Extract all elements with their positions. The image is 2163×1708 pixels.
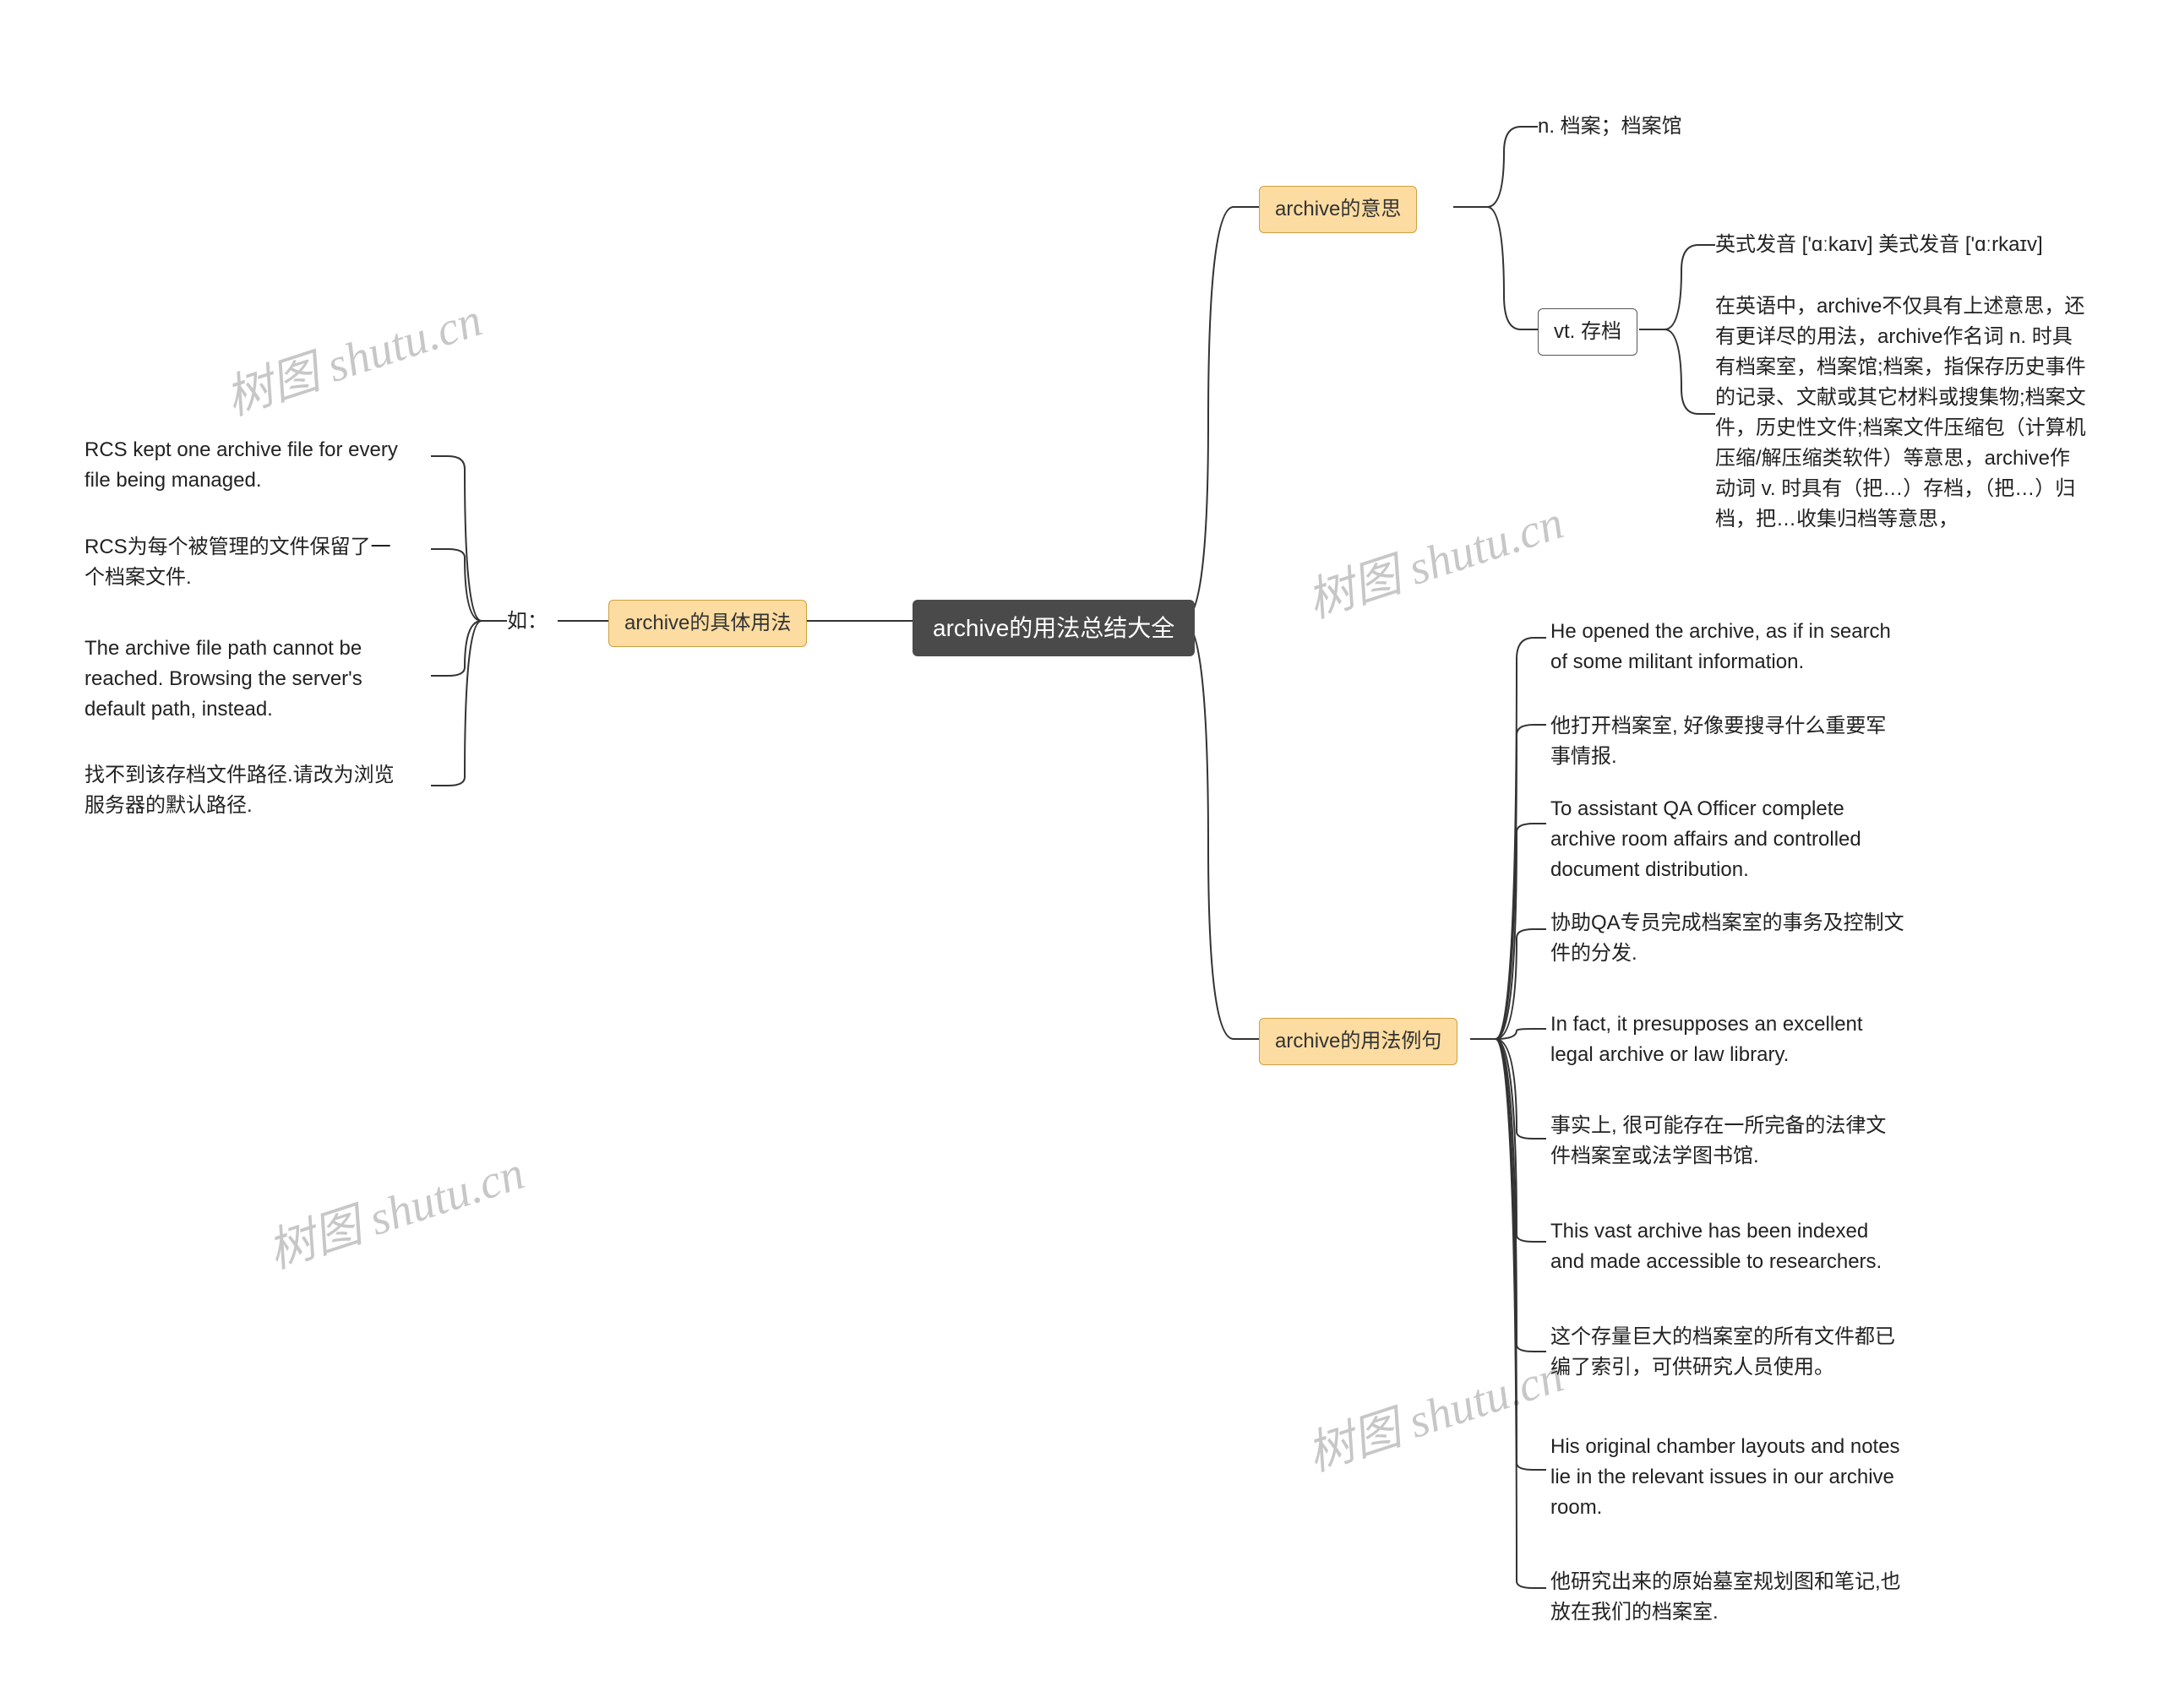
sentence-0: He opened the archive, as if in search o… xyxy=(1550,617,1905,677)
sentence-1: 他打开档案室, 好像要搜寻什么重要军事情报. xyxy=(1550,711,1905,772)
usage-intro: 如： xyxy=(507,607,548,637)
sentence-6: This vast archive has been indexed and m… xyxy=(1550,1216,1905,1277)
verb-label: vt. 存档 xyxy=(1554,320,1621,343)
usage-label: archive的具体用法 xyxy=(624,612,791,634)
verb-subnode[interactable]: vt. 存档 xyxy=(1538,308,1637,356)
usage-ex-0: RCS kept one archive file for every file… xyxy=(84,435,406,496)
watermark: 树图 shutu.cn xyxy=(215,281,489,428)
usage-branch[interactable]: archive的具体用法 xyxy=(608,600,807,647)
watermark: 树图 shutu.cn xyxy=(1297,484,1571,631)
verb-pron: 英式发音 ['ɑːkaɪv] 美式发音 ['ɑːrkaɪv] xyxy=(1715,230,2043,260)
mindmap-canvas: archive的用法总结大全 archive的意思 n. 档案；档案馆 vt. … xyxy=(0,0,2163,1708)
sentence-9: 他研究出来的原始墓室规划图和笔记,也放在我们的档案室. xyxy=(1550,1567,1905,1628)
root-label: archive的用法总结大全 xyxy=(933,615,1174,641)
watermark: 树图 shutu.cn xyxy=(1297,1337,1571,1484)
usage-ex-2: The archive file path cannot be reached.… xyxy=(84,634,406,725)
sentence-5: 事实上, 很可能存在一所完备的法律文件档案室或法学图书馆. xyxy=(1550,1111,1905,1172)
sentence-4: In fact, it presupposes an excellent leg… xyxy=(1550,1009,1905,1070)
watermark: 树图 shutu.cn xyxy=(258,1134,531,1281)
sentences-label: archive的用法例句 xyxy=(1275,1030,1441,1053)
usage-ex-3: 找不到该存档文件路径.请改为浏览服务器的默认路径. xyxy=(84,760,406,821)
meaning-label: archive的意思 xyxy=(1275,198,1401,220)
meaning-noun: n. 档案；档案馆 xyxy=(1538,112,1682,142)
sentence-7: 这个存量巨大的档案室的所有文件都已编了索引，可供研究人员使用。 xyxy=(1550,1322,1905,1383)
sentence-8: His original chamber layouts and notes l… xyxy=(1550,1432,1905,1523)
meaning-branch[interactable]: archive的意思 xyxy=(1259,186,1417,233)
sentences-branch[interactable]: archive的用法例句 xyxy=(1259,1018,1457,1065)
root-node[interactable]: archive的用法总结大全 xyxy=(913,600,1195,656)
usage-ex-1: RCS为每个被管理的文件保留了一个档案文件. xyxy=(84,532,406,593)
sentence-3: 协助QA专员完成档案室的事务及控制文件的分发. xyxy=(1550,908,1905,969)
verb-explain: 在英语中，archive不仅具有上述意思，还有更详尽的用法，archive作名词… xyxy=(1715,291,2087,535)
sentence-2: To assistant QA Officer complete archive… xyxy=(1550,794,1905,885)
